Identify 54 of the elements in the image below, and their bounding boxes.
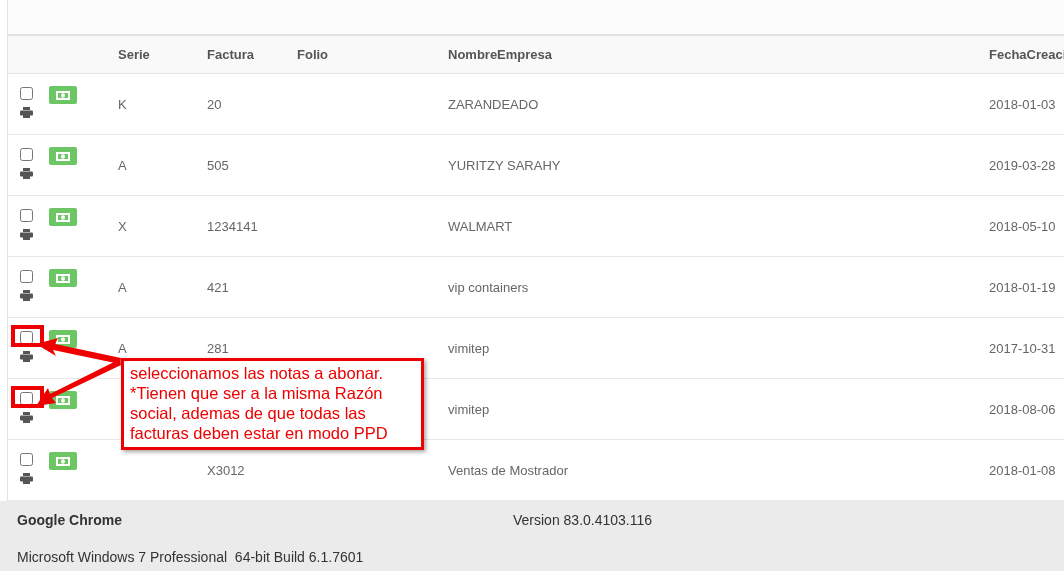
version-text: Version 83.0.4103.116 (513, 512, 653, 528)
callout-note: seleccionamos las notas a abonar. *Tienen que ser a la misma Razón social, ademas de que todas las facturas deben estar en modo PPD (121, 358, 424, 450)
banknote-icon (56, 456, 70, 466)
table-cell-text: 2018-01-19 (988, 279, 1057, 295)
table-cell-text: 2018-01-03 (988, 96, 1057, 112)
table-cell-text: 2018-05-10 (988, 218, 1057, 234)
banknote-icon (56, 212, 70, 222)
printer-icon[interactable] (20, 229, 33, 240)
table-cell-text: vimitep (447, 401, 491, 417)
column-header: Factura (206, 47, 255, 62)
table-cell-text: WALMART (447, 218, 514, 234)
table-cell-text: X (117, 218, 128, 234)
row-checkbox[interactable] (20, 453, 33, 466)
table-cell-text: A (117, 340, 128, 356)
browser-name: Google Chrome (17, 512, 123, 528)
table-cell-text: A (117, 157, 128, 173)
printer-icon[interactable] (20, 290, 33, 301)
table-cell-text: Ventas de Mostrador (447, 462, 569, 478)
table-cell-text: 281 (206, 340, 230, 356)
printer-icon[interactable] (20, 473, 33, 484)
printer-icon[interactable] (20, 351, 33, 362)
printer-icon[interactable] (20, 412, 33, 423)
table-cell-text: K (117, 96, 128, 112)
table-cell-text: vip containers (447, 279, 530, 295)
banknote-icon (56, 90, 70, 100)
printer-icon[interactable] (20, 107, 33, 118)
banknote-icon (56, 395, 70, 405)
banknote-icon (56, 273, 70, 283)
column-header: Serie (117, 47, 151, 62)
row-checkbox[interactable] (20, 392, 33, 405)
table-cell-text: 2018-01-08 (988, 462, 1057, 478)
table-cell-text: ZARANDEADO (447, 96, 540, 112)
table-cell-text: 2017-10-31 (988, 340, 1057, 356)
column-header: Folio (296, 47, 330, 62)
table-cell-text: 1234141 (206, 218, 259, 234)
banknote-icon (56, 334, 70, 344)
row-checkbox[interactable] (20, 270, 33, 283)
table-cell-text: 2018-08-06 (988, 401, 1057, 417)
table-cell-text: vimitep (447, 340, 491, 356)
table-cell-text: 2019-03-28 (988, 157, 1057, 173)
table-cell-text: 20 (206, 96, 223, 112)
row-checkbox[interactable] (20, 209, 33, 222)
os-text: Microsoft Windows 7 Professional 64-bit Build 6.1.7601 (17, 549, 364, 565)
column-header: NombreEmpresa (447, 47, 554, 62)
row-checkbox[interactable] (20, 148, 33, 161)
table-cell-text: 421 (206, 279, 230, 295)
banknote-icon (56, 151, 70, 161)
table-cell-text: X3012 (206, 462, 246, 478)
table-cell-text: 505 (206, 157, 230, 173)
row-checkbox[interactable] (20, 331, 33, 344)
row-checkbox[interactable] (20, 87, 33, 100)
table-cell-text: A (117, 279, 128, 295)
table-cell-text: YURITZY SARAHY (447, 157, 562, 173)
printer-icon[interactable] (20, 168, 33, 179)
